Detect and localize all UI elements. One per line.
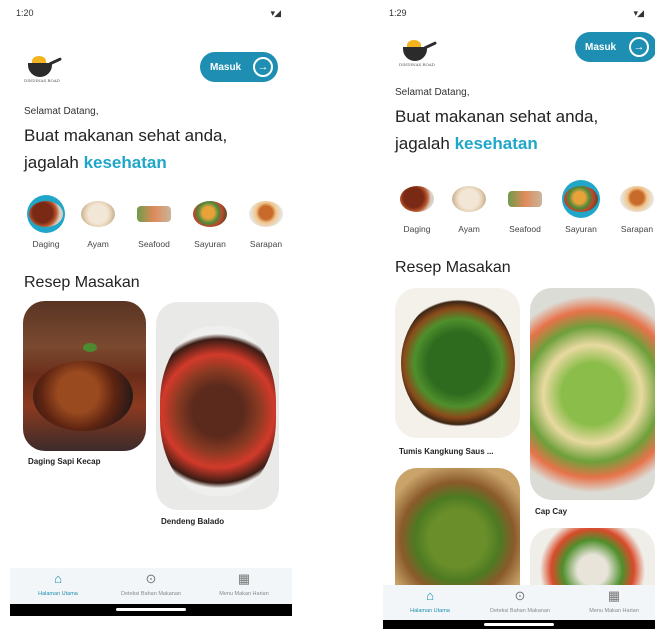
category-list: Daging Ayam Seafood Sayuran Sarapan [393,180,655,234]
recipe-card[interactable] [395,288,520,438]
system-home-bar [10,604,292,616]
system-home-bar [383,620,655,629]
nav-label: Deteksi Bahan Makanan [121,591,181,597]
nav-label: Halaman Utama [38,591,78,597]
login-button-label: Masuk [585,41,617,53]
headline: Buat makanan sehat anda, jagalah kesehat… [395,103,598,157]
nav-home[interactable]: ⌂ Halaman Utama [13,568,103,597]
category-thumb [247,195,285,233]
section-title: Resep Masakan [24,274,140,291]
category-item-sayuran[interactable]: Sayuran [553,180,609,234]
recipe-title: Tumis Kangkung Saus ... [399,447,494,456]
headline-accent: kesehatan [454,134,538,153]
category-label: Seafood [138,239,170,249]
category-thumb [398,180,436,218]
recipe-card[interactable] [530,528,655,588]
category-item-seafood[interactable]: Seafood [497,180,553,234]
category-thumb-selected [27,195,65,233]
category-item-ayam[interactable]: Ayam [441,180,497,234]
headline: Buat makanan sehat anda, jagalah kesehat… [24,122,227,176]
greeting-text: Selamat Datang, [395,87,470,98]
status-bar: 1:20 ▾◢ [10,8,292,22]
app-screen-left: 1:20 ▾◢ DINDINAS ROAD Masuk → Selamat Da… [10,0,292,629]
signal-battery-icon: ▾◢ [270,8,282,18]
headline-line-2: jagalah [395,134,455,153]
status-time: 1:29 [389,8,407,18]
arrow-right-icon: → [629,37,649,57]
arrow-right-icon: → [253,57,273,77]
home-indicator[interactable] [484,623,554,626]
category-thumb [135,195,173,233]
bottom-nav: ⌂ Halaman Utama ⊙ Deteksi Bahan Makanan … [10,568,292,604]
section-title: Resep Masakan [395,259,511,276]
recipe-card[interactable] [395,468,520,586]
bottom-nav: ⌂ Halaman Utama ⊙ Deteksi Bahan Makanan … [383,585,655,621]
category-thumb-selected [562,180,600,218]
recipe-title: Dendeng Balado [161,517,225,526]
nav-detect[interactable]: ⊙ Deteksi Bahan Makanan [106,568,196,597]
nav-daily-menu[interactable]: ▦ Menu Makan Harian [199,568,289,597]
recipe-title: Daging Sapi Kecap [28,457,101,466]
category-label: Sayuran [194,239,226,249]
calendar-icon: ▦ [607,588,621,603]
logo-text: DINDINAS ROAD [399,62,435,67]
recipe-title: Cap Cay [535,507,568,516]
login-button-label: Masuk [210,61,242,73]
category-label: Seafood [509,224,541,234]
category-label: Ayam [87,239,109,249]
app-logo: DINDINAS ROAD [24,54,62,83]
nav-daily-menu[interactable]: ▦ Menu Makan Harian [569,585,655,614]
app-screen-right: 1:29 ▾◢ DINDINAS ROAD Masuk → Selamat Da… [383,0,655,629]
category-item-daging[interactable]: Daging [22,195,70,249]
category-label: Ayam [458,224,480,234]
greeting-text: Selamat Datang, [24,106,99,117]
category-item-daging[interactable]: Daging [393,180,441,234]
category-item-sarapan[interactable]: Sarapan [609,180,655,234]
category-label: Sarapan [620,224,654,234]
category-thumb [191,195,229,233]
recipe-card[interactable] [23,301,146,451]
logo-text: DINDINAS ROAD [24,78,60,83]
category-thumb [450,180,488,218]
scan-icon: ⊙ [514,588,526,603]
nav-label: Menu Makan Harian [219,591,269,597]
login-button[interactable]: Masuk → [575,32,655,62]
nav-label: Menu Makan Harian [589,608,639,614]
category-label: Daging [403,224,431,234]
headline-accent: kesehatan [83,153,167,172]
headline-line-2: jagalah [24,153,84,172]
category-item-sayuran[interactable]: Sayuran [182,195,238,249]
category-label: Sarapan [249,239,283,249]
category-thumb [618,180,655,218]
category-item-ayam[interactable]: Ayam [70,195,126,249]
home-icon: ⌂ [426,588,434,603]
scan-icon: ⊙ [145,571,157,586]
nav-label: Deteksi Bahan Makanan [490,608,550,614]
headline-line-1: Buat makanan sehat anda, [395,107,599,126]
signal-battery-icon: ▾◢ [633,8,645,18]
headline-line-1: Buat makanan sehat anda, [24,126,228,145]
category-item-seafood[interactable]: Seafood [126,195,182,249]
category-thumb [79,195,117,233]
category-label: Sayuran [565,224,597,234]
nav-detect[interactable]: ⊙ Deteksi Bahan Makanan [475,585,565,614]
status-time: 1:20 [16,8,34,18]
home-indicator[interactable] [116,608,186,611]
app-logo: DINDINAS ROAD [399,38,437,67]
login-button[interactable]: Masuk → [200,52,278,82]
category-item-sarapan[interactable]: Sarapan [238,195,292,249]
category-thumb [506,180,544,218]
nav-label: Halaman Utama [410,608,450,614]
nav-home[interactable]: ⌂ Halaman Utama [385,585,475,614]
recipe-card[interactable] [530,288,655,500]
home-icon: ⌂ [54,571,62,586]
calendar-icon: ▦ [237,571,251,586]
status-bar: 1:29 ▾◢ [383,8,655,22]
recipe-card[interactable] [156,302,279,510]
category-list: Daging Ayam Seafood Sayuran Sarapan [22,195,292,249]
category-label: Daging [32,239,60,249]
